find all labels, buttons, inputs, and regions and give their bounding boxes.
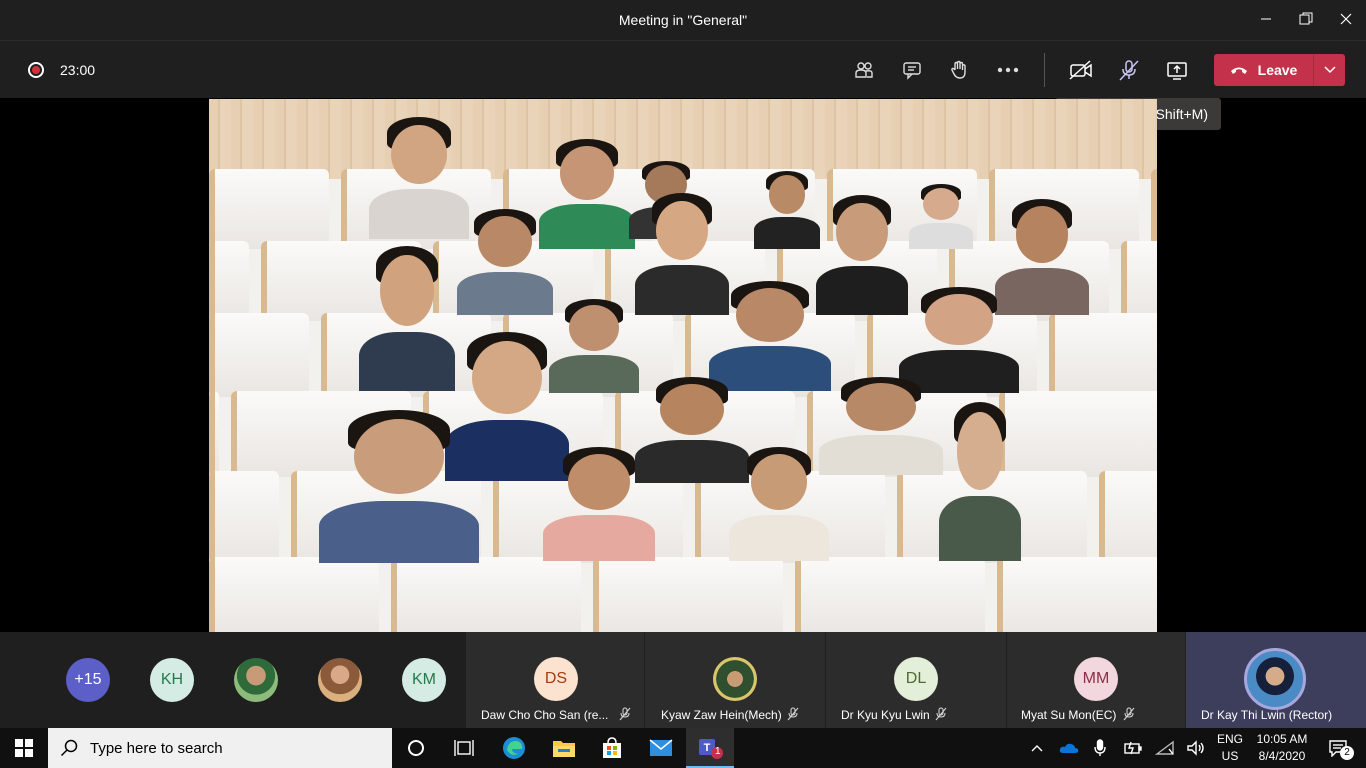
share-screen-icon[interactable] <box>1162 55 1192 85</box>
participant-video <box>635 191 729 315</box>
participant-video <box>319 407 479 563</box>
teams-icon[interactable]: T 1 <box>686 728 734 768</box>
mail-icon[interactable] <box>637 728 685 768</box>
participant-name: Daw Cho Cho San (re... <box>481 708 609 722</box>
participant-avatar[interactable] <box>234 658 278 702</box>
participant-name: Dr Kyu Kyu Lwin <box>841 708 930 722</box>
input-language[interactable]: ENG US <box>1212 731 1248 765</box>
volume-icon[interactable] <box>1182 728 1210 768</box>
shared-video-stage <box>209 99 1157 632</box>
toolbar-divider <box>1044 53 1045 87</box>
region-code: US <box>1221 749 1239 763</box>
wifi-icon[interactable] <box>1152 728 1178 768</box>
participant-video <box>543 445 655 561</box>
participant-tile[interactable]: Kyaw Zaw Hein(Mech) <box>645 632 825 728</box>
mic-off-icon <box>935 707 947 721</box>
taskbar-search-input[interactable]: Type here to search <box>48 728 392 768</box>
mic-off-icon <box>787 707 799 721</box>
participant-tile[interactable]: MM Myat Su Mon(EC) <box>1007 632 1185 728</box>
store-icon[interactable] <box>588 728 636 768</box>
clock-date: 8/4/2020 <box>1258 749 1306 763</box>
search-icon <box>60 739 78 757</box>
participant-video <box>819 375 943 475</box>
participant-video <box>359 243 455 391</box>
chevron-up-icon[interactable] <box>1024 728 1050 768</box>
participant-video <box>899 285 1019 393</box>
people-icon[interactable] <box>849 55 879 85</box>
leave-button[interactable]: Leave <box>1214 54 1313 86</box>
windows-start-icon[interactable] <box>0 728 48 768</box>
meeting-timer: 23:00 <box>60 62 96 78</box>
participant-avatar[interactable]: KM <box>402 658 446 702</box>
participant-video <box>754 169 820 249</box>
participant-video <box>995 197 1089 315</box>
participant-video <box>369 115 469 239</box>
window-title: Meeting in "General" <box>618 12 748 28</box>
system-clock[interactable]: 10:05 AM 8/4/2020 <box>1250 731 1314 765</box>
participant-avatar[interactable] <box>318 658 362 702</box>
task-view-icon[interactable] <box>440 728 488 768</box>
notifications-icon[interactable]: 2 <box>1318 728 1358 768</box>
participant-tile[interactable]: DL Dr Kyu Kyu Lwin <box>826 632 1006 728</box>
participant-name: Dr Kay Thi Lwin (Rector) <box>1201 708 1333 722</box>
chevron-down-icon <box>1323 66 1336 74</box>
camera-off-icon[interactable] <box>1066 55 1096 85</box>
participant-strip: +15 KH KM DS Daw Cho Cho San (re... Kyaw… <box>0 632 1366 728</box>
leave-label: Leave <box>1257 62 1298 78</box>
participant-video <box>709 279 831 391</box>
participant-avatar <box>1244 648 1306 710</box>
participant-video <box>816 193 908 315</box>
participant-video <box>539 137 635 249</box>
teams-badge: 1 <box>715 746 721 757</box>
mic-off-icon <box>1123 707 1135 721</box>
participant-avatar[interactable]: KH <box>150 658 194 702</box>
mic-off-icon <box>619 707 631 721</box>
more-icon[interactable] <box>993 55 1023 85</box>
participant-avatar: DS <box>534 657 578 701</box>
participant-avatar: DL <box>894 657 938 701</box>
seat-row <box>209 557 1157 632</box>
battery-icon[interactable] <box>1120 728 1146 768</box>
participant-avatar <box>713 657 757 701</box>
edge-icon[interactable] <box>490 728 538 768</box>
participant-tile-speaking[interactable]: Dr Kay Thi Lwin (Rector) <box>1186 632 1366 728</box>
onedrive-icon[interactable] <box>1056 728 1082 768</box>
participant-video <box>457 207 553 315</box>
participant-video <box>635 375 749 483</box>
title-bar: Meeting in "General" <box>0 0 1366 40</box>
participant-video <box>939 399 1021 561</box>
search-placeholder: Type here to search <box>90 739 223 757</box>
participant-video <box>909 183 973 249</box>
participant-name: Kyaw Zaw Hein(Mech) <box>661 708 782 722</box>
participant-avatar: MM <box>1074 657 1118 701</box>
meeting-toolbar: 23:00 Leave <box>0 40 1366 98</box>
hang-up-icon <box>1230 67 1247 74</box>
participant-video <box>729 445 829 561</box>
svg-text:T: T <box>704 742 711 754</box>
mic-off-icon[interactable] <box>1114 55 1144 85</box>
close-icon[interactable] <box>1323 0 1366 38</box>
record-icon <box>28 62 44 78</box>
language-code: ENG <box>1216 732 1243 746</box>
participant-name: Myat Su Mon(EC) <box>1021 708 1117 722</box>
hand-icon[interactable] <box>944 55 974 85</box>
more-participants-button[interactable]: +15 <box>66 658 110 702</box>
file-explorer-icon[interactable] <box>540 728 588 768</box>
chat-icon[interactable] <box>897 55 927 85</box>
participant-tile[interactable]: DS Daw Cho Cho San (re... <box>466 632 644 728</box>
taskbar: Type here to search T 1 ENG US 10:05 AM … <box>0 728 1366 768</box>
cortana-icon[interactable] <box>392 728 440 768</box>
leave-options-button[interactable] <box>1313 54 1345 86</box>
clock-time: 10:05 AM <box>1256 732 1308 746</box>
notification-count: 2 <box>1340 746 1354 760</box>
microphone-icon[interactable] <box>1088 728 1112 768</box>
